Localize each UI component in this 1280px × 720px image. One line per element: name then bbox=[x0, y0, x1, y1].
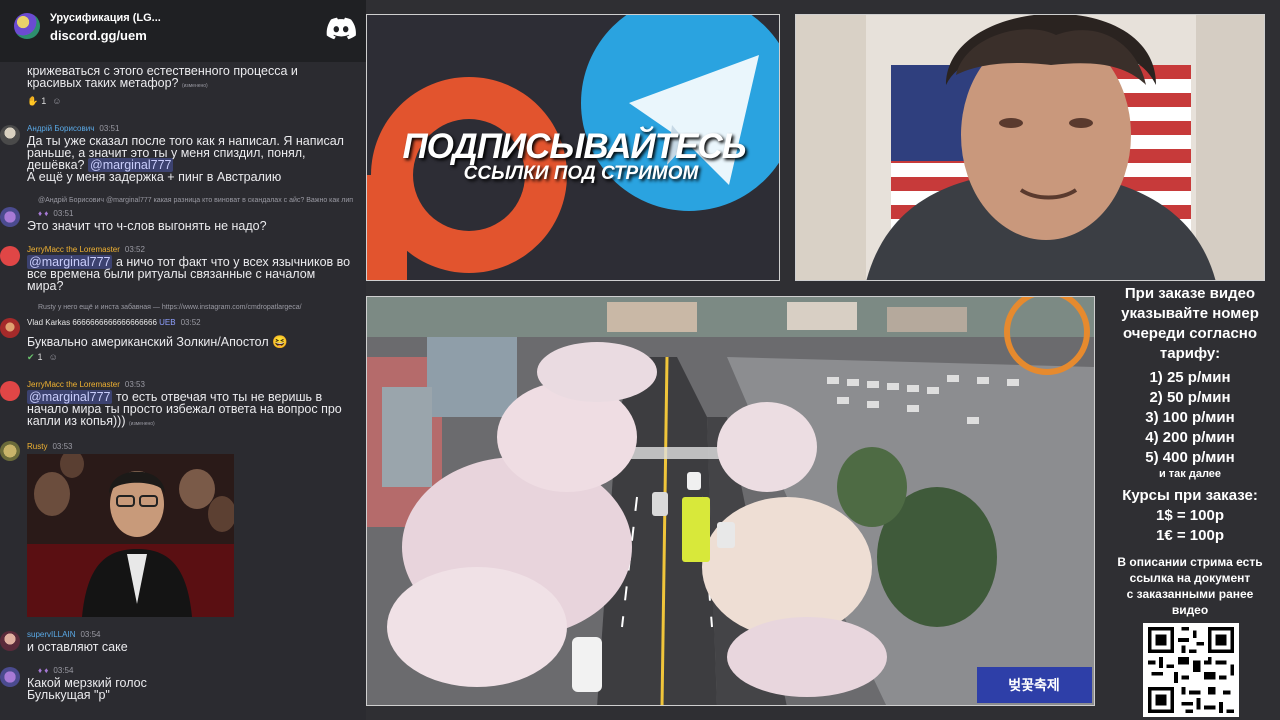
chat-message: Rustу 03:53 bbox=[0, 440, 366, 620]
rates-title: Курсы при заказе: bbox=[1122, 487, 1258, 504]
server-name: Урусификация (LG... bbox=[50, 12, 161, 24]
qr-code[interactable] bbox=[1143, 623, 1239, 717]
message-author[interactable]: Vlad Karkas 6666666666666666666 UEB 03:52 bbox=[27, 318, 201, 327]
server-badge: UEB bbox=[159, 318, 176, 327]
promo-title: ПОДПИСЫВАЙТЕСЬ bbox=[402, 127, 746, 166]
message-author[interactable]: JerryMacc the Loremaster 03:52 bbox=[27, 245, 145, 254]
emoji-icon: ☺ bbox=[48, 352, 58, 362]
tariff-item: 1) 25 р/мин bbox=[1149, 369, 1231, 386]
discord-chat-overlay: Урусификация (LG... discord.gg/uem криже… bbox=[0, 0, 366, 720]
user-avatar bbox=[0, 125, 20, 145]
tariff-list: 1) 25 р/мин 2) 50 р/мин 3) 100 р/мин 4) … bbox=[1100, 368, 1280, 468]
tariff-item: 5) 400 р/мин bbox=[1145, 449, 1235, 466]
message-text: Да ты уже сказал после того как я написа… bbox=[27, 134, 344, 184]
reply-preview[interactable]: Rustу у него ещё и инста забавная — http… bbox=[38, 304, 302, 311]
message-reactions: ✋ 1 ☺ bbox=[27, 94, 61, 108]
chat-message: JerryMacc the Loremaster 03:52 @marginal7… bbox=[0, 243, 366, 295]
document-note: В описании стрима есть ссылка на докумен… bbox=[1117, 555, 1263, 617]
add-reaction-button[interactable]: ☺ bbox=[52, 96, 61, 106]
message-text: Это значит что ч-слов выгонять не надо? bbox=[27, 219, 267, 233]
discord-avatar bbox=[0, 246, 20, 266]
aerial-video: 벚꽃축제 bbox=[366, 296, 1095, 706]
subscribe-banner: ПОДПИСЫВАЙТЕСЬ ССЫЛКИ ПОД СТРИМОМ bbox=[366, 14, 780, 281]
rate-eur: 1€ = 100р bbox=[1156, 527, 1224, 544]
tariff-item: 4) 200 р/мин bbox=[1145, 429, 1235, 446]
webcam-image bbox=[796, 15, 1264, 280]
tariff-item: 3) 100 р/мин bbox=[1145, 409, 1235, 426]
badge-icon: ♦ ♦ bbox=[38, 209, 49, 218]
attached-image[interactable] bbox=[27, 454, 234, 617]
chat-message: Андрій Борисович 03:51 Да ты уже сказал п… bbox=[0, 122, 366, 192]
user-avatar bbox=[0, 631, 20, 651]
server-invite-link[interactable]: discord.gg/uem bbox=[50, 28, 147, 43]
message-author[interactable]: Андрій Борисович 03:51 bbox=[27, 124, 119, 133]
message-text: и оставляют саке bbox=[27, 640, 128, 654]
festival-sign-text: 벚꽃축제 bbox=[1008, 677, 1060, 693]
user-avatar bbox=[0, 318, 20, 338]
message-author[interactable]: supervILLAIN 03:54 bbox=[27, 630, 101, 639]
message-reactions: ✔ 1 ☺ bbox=[27, 350, 58, 364]
message-text: Буквально американский Золкин/Апостол 😆 bbox=[27, 335, 288, 349]
hand-emoji-icon: ✋ bbox=[27, 95, 39, 106]
user-avatar bbox=[0, 667, 20, 687]
badge-icon: ♦ ♦ bbox=[38, 666, 49, 675]
message-text: @marginal777 то есть отвечая что ты не в… bbox=[27, 390, 342, 428]
user-avatar bbox=[0, 441, 20, 461]
chat-message: @Андрій Борисович @marginal777 какая раз… bbox=[0, 195, 366, 235]
rate-usd: 1$ = 100р bbox=[1156, 507, 1224, 524]
chat-message: supervILLAIN 03:54 и оставляют саке bbox=[0, 628, 366, 658]
server-avatar bbox=[14, 13, 40, 39]
tariff-item: 2) 50 р/мин bbox=[1149, 389, 1231, 406]
user-avatar bbox=[0, 207, 20, 227]
message-text: Какой мерзкий голос Булькущая "р" bbox=[27, 676, 147, 702]
laughing-emoji-icon: 😆 bbox=[272, 335, 288, 349]
order-note: При заказе видео указывайте номер очеред… bbox=[1121, 285, 1259, 362]
reply-preview[interactable]: @Андрій Борисович @marginal777 какая раз… bbox=[38, 197, 353, 204]
message-author[interactable]: ♦ ♦ 03:51 bbox=[38, 209, 73, 218]
message-author[interactable]: Rustу 03:53 bbox=[27, 442, 72, 451]
message-text: крижеваться с этого естественного процес… bbox=[27, 64, 298, 90]
chat-message: JerryMacc the Loremaster 03:53 @marginal7… bbox=[0, 378, 366, 430]
discord-logo-icon bbox=[326, 17, 356, 40]
chat-message: Rustу у него ещё и инста забавная — http… bbox=[0, 302, 366, 366]
emoji-icon: ☺ bbox=[52, 96, 62, 106]
chat-message: ♦ ♦ 03:54 Какой мерзкий голос Булькущая "… bbox=[0, 664, 366, 708]
message-author[interactable]: JerryMacc the Loremaster 03:53 bbox=[27, 380, 145, 389]
reaction-check[interactable]: ✔ 1 bbox=[27, 352, 43, 363]
message-author[interactable]: ♦ ♦ 03:54 bbox=[38, 666, 73, 675]
stream-layout: Урусификация (LG... discord.gg/uem криже… bbox=[0, 0, 1280, 720]
aerial-street-scene: 벚꽃축제 bbox=[367, 297, 1094, 705]
order-info-panel: При заказе видео указывайте номер очеред… bbox=[1100, 284, 1280, 618]
promo-subtitle: ССЫЛКИ ПОД СТРИМОМ bbox=[463, 163, 699, 184]
discord-header: Урусификация (LG... discord.gg/uem bbox=[0, 0, 366, 62]
discord-avatar bbox=[0, 381, 20, 401]
add-reaction-button[interactable]: ☺ bbox=[49, 352, 58, 362]
reaction-hand[interactable]: ✋ 1 bbox=[27, 96, 46, 107]
tariff-more: и так далее bbox=[1158, 468, 1222, 480]
check-emoji-icon: ✔ bbox=[27, 351, 35, 362]
webcam-feed bbox=[795, 14, 1265, 281]
message-text: @marginal777 а ничо тот факт что у всех … bbox=[27, 255, 351, 293]
chat-message: крижеваться с этого естественного процес… bbox=[0, 62, 366, 112]
